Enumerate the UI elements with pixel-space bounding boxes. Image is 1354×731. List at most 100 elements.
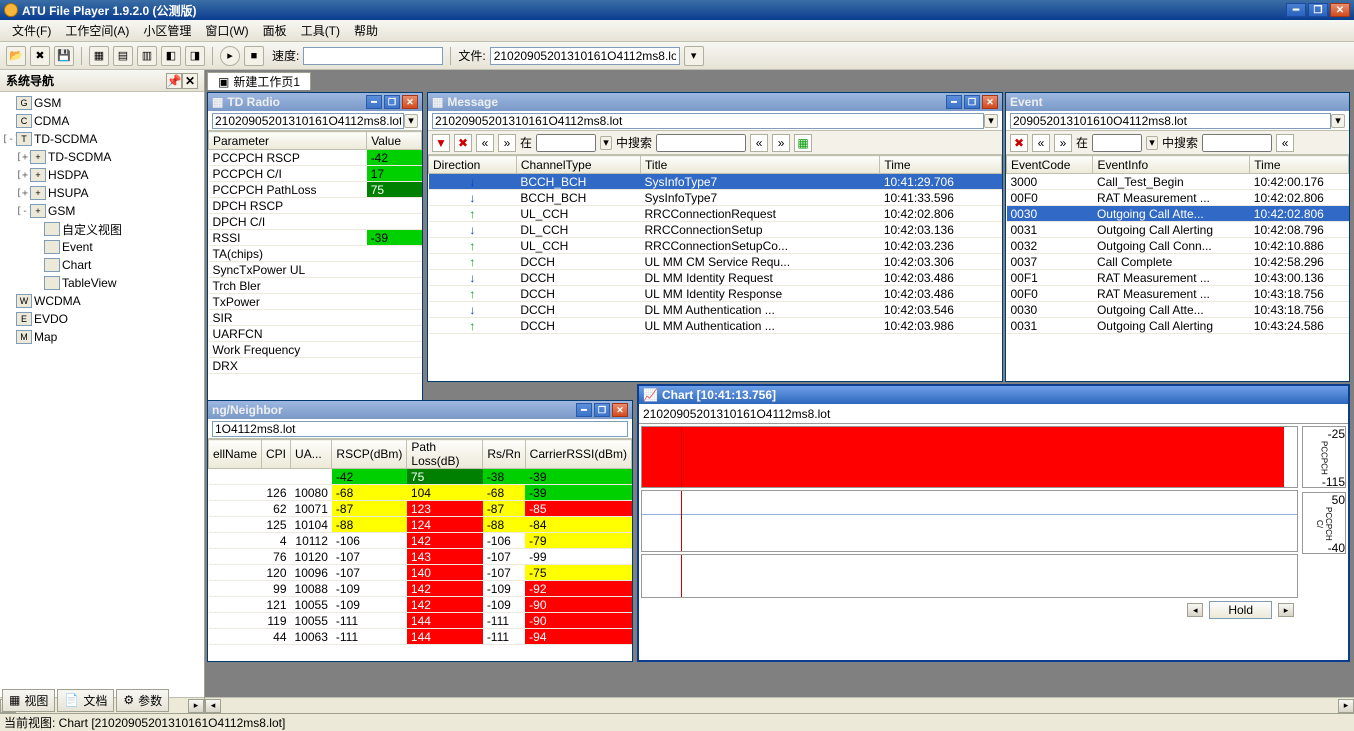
table-row[interactable]: 4410063-111144-111-94 <box>209 629 632 645</box>
node-label[interactable]: GSM <box>34 96 61 110</box>
menu-item[interactable]: 文件(F) <box>6 20 57 41</box>
tree-node[interactable]: EEVDO <box>2 310 202 328</box>
layout3-icon[interactable]: ▥ <box>137 46 157 66</box>
table-row[interactable]: 12610080-68104-68-39 <box>209 485 632 501</box>
bottom-tab[interactable]: ▦视图 <box>2 689 55 712</box>
tree-node[interactable]: WWCDMA <box>2 292 202 310</box>
col-header[interactable]: ChannelType <box>516 156 640 174</box>
export-excel-icon[interactable]: ▦ <box>794 134 812 152</box>
table-row[interactable]: 3000Call_Test_Begin10:42:00.176 <box>1007 174 1349 190</box>
chart-band-3[interactable] <box>641 554 1298 598</box>
table-row[interactable]: ↑DCCHUL MM CM Service Requ...10:42:03.30… <box>429 254 1002 270</box>
table-row[interactable]: -4275-38-39 <box>209 469 632 485</box>
node-label[interactable]: 自定义视图 <box>62 221 122 238</box>
panel-max-icon[interactable]: ❐ <box>594 403 610 417</box>
maximize-button[interactable]: ❐ <box>1308 3 1328 17</box>
panel-min-icon[interactable]: ━ <box>946 95 962 109</box>
play-button[interactable]: ▸ <box>220 46 240 66</box>
prev-icon[interactable]: « <box>750 134 768 152</box>
node-label[interactable]: TD-SCDMA <box>48 150 111 164</box>
path-dropdown-icon[interactable]: ▾ <box>404 114 418 128</box>
node-label[interactable]: HSDPA <box>48 168 88 182</box>
table-row[interactable]: ↓DCCHDL MM Identity Request10:42:03.486 <box>429 270 1002 286</box>
table-row[interactable]: 0030Outgoing Call Atte...10:42:02.806 <box>1007 206 1349 222</box>
layout4-icon[interactable]: ◧ <box>161 46 181 66</box>
expand-icon[interactable]: [+] <box>16 152 30 163</box>
table-row[interactable]: 410112-106142-106-79 <box>209 533 632 549</box>
col-header[interactable]: Title <box>641 156 880 174</box>
table-row[interactable]: TA(chips) <box>209 246 422 262</box>
speed-input[interactable] <box>303 47 443 65</box>
table-row[interactable]: PCCPCH C/I17 <box>209 166 422 182</box>
table-row[interactable]: 0030Outgoing Call Atte...10:43:18.756 <box>1007 302 1349 318</box>
table-row[interactable]: ↓DCCHDL MM Authentication ...10:42:03.54… <box>429 302 1002 318</box>
prev-icon[interactable]: « <box>1276 134 1294 152</box>
bottom-tab[interactable]: ⚙参数 <box>116 689 169 712</box>
table-row[interactable]: 0031Outgoing Call Alerting10:43:24.586 <box>1007 318 1349 334</box>
col-header[interactable]: Time <box>1250 156 1349 174</box>
event-path[interactable] <box>1010 113 1331 129</box>
table-row[interactable]: ↑UL_CCHRRCConnectionSetupCo...10:42:03.2… <box>429 238 1002 254</box>
table-row[interactable]: PCCPCH PathLoss75 <box>209 182 422 198</box>
nav-close-icon[interactable]: ✕ <box>182 73 198 89</box>
table-row[interactable]: 7610120-107143-107-99 <box>209 549 632 565</box>
neighbor-path[interactable] <box>212 421 628 437</box>
node-label[interactable]: TD-SCDMA <box>34 132 97 146</box>
last-icon[interactable]: » <box>1054 134 1072 152</box>
menu-item[interactable]: 帮助 <box>348 20 384 41</box>
scroll-right-icon[interactable]: ▸ <box>1338 699 1354 713</box>
nav-tree[interactable]: GGSMCCDMA[-]TTD-SCDMA[+]+TD-SCDMA[+]+HSD… <box>0 92 204 697</box>
node-label[interactable]: TableView <box>62 276 116 290</box>
tree-node[interactable]: Event <box>2 238 202 256</box>
table-row[interactable]: DPCH RSCP <box>209 198 422 214</box>
table-row[interactable]: 12510104-88124-88-84 <box>209 517 632 533</box>
message-path[interactable] <box>432 113 984 129</box>
table-row[interactable]: UARFCN <box>209 326 422 342</box>
tree-node[interactable]: TableView <box>2 274 202 292</box>
col-header[interactable]: ellName <box>209 440 262 469</box>
table-row[interactable]: SyncTxPower UL <box>209 262 422 278</box>
tree-node[interactable]: [+]+HSUPA <box>2 184 202 202</box>
event-titlebar[interactable]: Event <box>1006 93 1349 111</box>
table-row[interactable]: 11910055-111144-111-90 <box>209 613 632 629</box>
table-row[interactable]: DRX <box>209 358 422 374</box>
workspace-tab-1[interactable]: ▣ 新建工作页1 <box>207 72 311 90</box>
layout1-icon[interactable]: ▦ <box>89 46 109 66</box>
table-row[interactable]: 6210071-87123-87-85 <box>209 501 632 517</box>
table-row[interactable]: 12010096-107140-107-75 <box>209 565 632 581</box>
col-header[interactable]: Value <box>367 132 422 150</box>
table-row[interactable]: ↓BCCH_BCHSysInfoType710:41:29.706 <box>429 174 1002 190</box>
table-row[interactable]: 00F1RAT Measurement ...10:43:00.136 <box>1007 270 1349 286</box>
scroll-right-icon[interactable]: ▸ <box>188 699 204 713</box>
expand-icon[interactable]: [+] <box>16 188 30 199</box>
search-text-input[interactable] <box>656 134 746 152</box>
menu-item[interactable]: 面板 <box>257 20 293 41</box>
node-label[interactable]: EVDO <box>34 312 68 326</box>
node-label[interactable]: Map <box>34 330 57 344</box>
tree-node[interactable]: CCDMA <box>2 112 202 130</box>
chart-titlebar[interactable]: 📈 Chart [10:41:13.756] <box>639 386 1348 404</box>
expand-icon[interactable]: [-] <box>16 206 30 217</box>
dropdown-icon[interactable]: ▾ <box>1146 136 1158 150</box>
table-row[interactable]: DPCH C/I <box>209 214 422 230</box>
save-icon[interactable]: 💾 <box>54 46 74 66</box>
filter-icon[interactable]: ▼ <box>432 134 450 152</box>
col-header[interactable]: UA... <box>291 440 332 469</box>
table-row[interactable]: TxPower <box>209 294 422 310</box>
expand-icon[interactable]: [+] <box>16 170 30 181</box>
table-row[interactable]: 0032Outgoing Call Conn...10:42:10.886 <box>1007 238 1349 254</box>
tree-node[interactable]: GGSM <box>2 94 202 112</box>
table-row[interactable]: ↓DL_CCHRRCConnectionSetup10:42:03.136 <box>429 222 1002 238</box>
menu-item[interactable]: 工具(T) <box>295 20 346 41</box>
stop-button[interactable]: ■ <box>244 46 264 66</box>
col-header[interactable]: RSCP(dBm) <box>332 440 407 469</box>
col-header[interactable]: Direction <box>429 156 517 174</box>
tree-node[interactable]: [+]+HSDPA <box>2 166 202 184</box>
search-scope-input[interactable] <box>1092 134 1142 152</box>
table-row[interactable]: 0037Call Complete10:42:58.296 <box>1007 254 1349 270</box>
next-icon[interactable]: » <box>772 134 790 152</box>
chart-band-1[interactable] <box>641 426 1298 488</box>
path-dropdown-icon[interactable]: ▾ <box>984 114 998 128</box>
clear-icon[interactable]: ✖ <box>454 134 472 152</box>
node-label[interactable]: WCDMA <box>34 294 81 308</box>
